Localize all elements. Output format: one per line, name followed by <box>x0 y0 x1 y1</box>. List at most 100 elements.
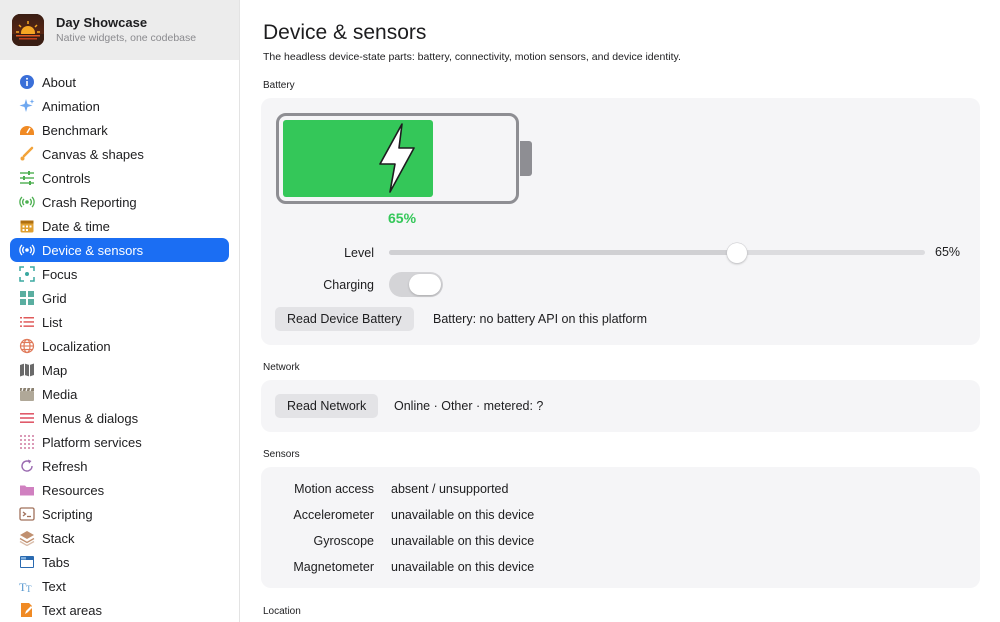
sidebar-item-focus[interactable]: Focus <box>10 262 229 286</box>
sensor-label-magnetometer: Magnetometer <box>293 560 374 574</box>
location-section-label: Location <box>263 606 301 617</box>
level-value: 65% <box>935 245 961 259</box>
calendar-icon <box>19 218 35 234</box>
sidebar-item-animation[interactable]: Animation <box>10 94 229 118</box>
stack-icon <box>19 530 35 546</box>
sensor-value-magnetometer: unavailable on this device <box>391 560 535 574</box>
app-name: Day Showcase <box>56 15 148 30</box>
sidebar-item-label: Focus <box>42 266 78 282</box>
sidebar-item-device-and-sensors[interactable]: Device & sensors <box>10 238 229 262</box>
sensor-label-accelerometer: Accelerometer <box>293 508 374 522</box>
sidebar-item-label: Grid <box>42 290 67 306</box>
charging-toggle-knob <box>409 274 441 295</box>
app-header: Day Showcase Native widgets, one codebas… <box>0 0 239 60</box>
read-device-battery-button[interactable]: Read Device Battery <box>275 307 414 331</box>
globe-icon <box>19 338 35 354</box>
sparkles-icon <box>19 98 35 114</box>
sidebar-item-label: Platform services <box>42 434 142 450</box>
sidebar-item-scripting[interactable]: Scripting <box>10 502 229 526</box>
sidebar-item-label: Map <box>42 362 68 378</box>
app-logo <box>12 14 44 46</box>
sidebar-item-label: Benchmark <box>42 122 108 138</box>
gauge-icon <box>19 122 35 138</box>
sidebar-item-list[interactable]: List <box>10 310 229 334</box>
sidebar: Day Showcase Native widgets, one codebas… <box>0 0 240 622</box>
sidebar-item-localization[interactable]: Localization <box>10 334 229 358</box>
info-icon <box>19 74 35 90</box>
level-label: Level <box>344 246 374 260</box>
battery-section-label: Battery <box>263 80 295 91</box>
dots-grid-icon <box>19 434 35 450</box>
page-description: The headless device-state parts: battery… <box>263 51 681 63</box>
battery-card: 65% Level 65% Charging Read Device Batte… <box>261 98 980 345</box>
terminal-icon <box>19 506 35 522</box>
sidebar-item-text[interactable]: T T Text <box>10 574 229 598</box>
grid-icon <box>19 290 35 306</box>
sidebar-item-label: Tabs <box>42 554 70 570</box>
sidebar-item-tabs[interactable]: Tabs <box>10 550 229 574</box>
sidebar-item-label: Media <box>42 386 78 402</box>
sidebar-item-text-areas[interactable]: Text areas <box>10 598 229 622</box>
battery-status: Battery: no battery API on this platform <box>433 312 647 326</box>
sidebar-item-label: Date & time <box>42 218 110 234</box>
sidebar-item-controls[interactable]: Controls <box>10 166 229 190</box>
sidebar-item-label: Scripting <box>42 506 93 522</box>
battery-graphic <box>276 113 519 204</box>
page-title: Device & sensors <box>263 21 427 44</box>
text-icon: TT <box>19 578 35 594</box>
sidebar-item-resources[interactable]: Resources <box>10 478 229 502</box>
sidebar-item-refresh[interactable]: Refresh <box>10 454 229 478</box>
list-icon <box>19 314 35 330</box>
sidebar-item-label: Controls <box>42 170 91 186</box>
sidebar-item-stack[interactable]: Stack <box>10 526 229 550</box>
sidebar-item-about[interactable]: About <box>10 70 229 94</box>
level-slider-thumb[interactable] <box>727 243 747 263</box>
clapper-icon <box>19 386 35 402</box>
sidebar-item-map[interactable]: Map <box>10 358 229 382</box>
sensors-section-label: Sensors <box>263 449 300 460</box>
sidebar-item-label: About <box>42 74 76 90</box>
sidebar-item-label: List <box>42 314 63 330</box>
brush-icon <box>19 146 35 162</box>
network-card: Read Network Online · Other · metered: ? <box>261 380 980 432</box>
sidebar-nav: About Animation Benchmark Canvas & shapes Co… <box>0 70 239 622</box>
sidebar-item-label: Menus & dialogs <box>42 410 139 426</box>
map-icon <box>19 362 35 378</box>
sidebar-item-menus-and-dialogs[interactable]: Menus & dialogs <box>10 406 229 430</box>
sidebar-item-benchmark[interactable]: Benchmark <box>10 118 229 142</box>
sidebar-item-platform-services[interactable]: Platform services <box>10 430 229 454</box>
broadcast-icon <box>19 194 35 210</box>
sidebar-item-label: Localization <box>42 338 111 354</box>
sensors-card: Motion access absent / unsupported Accel… <box>261 467 980 588</box>
network-section-label: Network <box>263 362 300 373</box>
main-content: Device & sensors The headless device-sta… <box>241 0 1000 622</box>
sidebar-item-label: Canvas & shapes <box>42 146 144 162</box>
svg-text:T: T <box>26 584 32 594</box>
sensor-value-accelerometer: unavailable on this device <box>391 508 535 522</box>
sliders-icon <box>19 170 35 186</box>
read-network-button[interactable]: Read Network <box>275 394 379 418</box>
menu-icon <box>19 410 35 426</box>
tabs-icon <box>19 554 35 570</box>
folder-icon <box>19 482 35 498</box>
sensor-label-gyroscope: Gyroscope <box>313 534 374 548</box>
sensor-value-motion-access: absent / unsupported <box>391 482 509 496</box>
doc-edit-icon <box>19 602 35 618</box>
sidebar-item-label: Animation <box>42 98 100 114</box>
charging-toggle[interactable] <box>389 272 443 297</box>
sidebar-item-label: Resources <box>42 482 105 498</box>
sidebar-item-label: Stack <box>42 530 75 546</box>
sidebar-item-grid[interactable]: Grid <box>10 286 229 310</box>
sidebar-item-crash-reporting[interactable]: Crash Reporting <box>10 190 229 214</box>
sensor-value-gyroscope: unavailable on this device <box>391 534 535 548</box>
sidebar-item-media[interactable]: Media <box>10 382 229 406</box>
focus-icon <box>19 266 35 282</box>
broadcast-icon <box>19 242 35 258</box>
sidebar-item-date-and-time[interactable]: Date & time <box>10 214 229 238</box>
level-slider-fill <box>389 250 737 255</box>
level-slider[interactable] <box>389 243 925 263</box>
sidebar-item-label: Text <box>42 578 66 594</box>
sidebar-item-canvas-and-shapes[interactable]: Canvas & shapes <box>10 142 229 166</box>
sidebar-item-label: Text areas <box>42 602 102 618</box>
app-subtitle: Native widgets, one codebase <box>56 32 197 44</box>
